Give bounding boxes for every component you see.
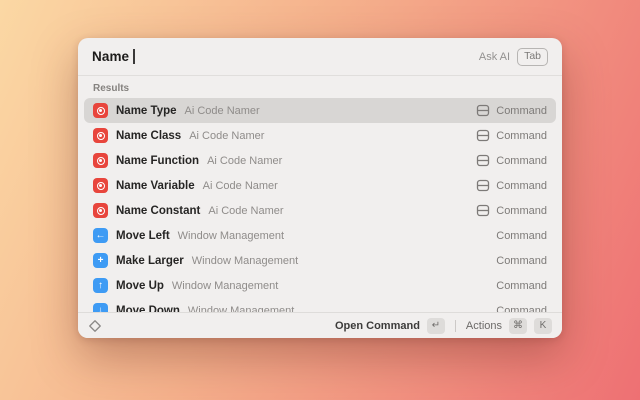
item-type-label: Command xyxy=(496,154,547,167)
item-subtitle: Window Management xyxy=(177,229,285,242)
command-window-icon xyxy=(476,179,490,192)
item-type-label: Command xyxy=(496,104,547,117)
results-header: Results xyxy=(93,83,130,94)
item-title: Move Left xyxy=(116,229,170,242)
results-list: Name Type Ai Code Namer Command Name Class A… xyxy=(78,98,562,312)
footer: Open Command ↵ Actions ⌘ K xyxy=(78,312,562,338)
item-subtitle: Window Management xyxy=(191,254,299,267)
item-type-label: Command xyxy=(496,129,547,142)
item-title: Make Larger xyxy=(116,254,184,267)
open-command-button[interactable]: Open Command xyxy=(335,320,420,332)
move-left-icon: ← xyxy=(93,228,108,243)
k-key-badge[interactable]: K xyxy=(534,317,552,334)
list-item[interactable]: ↑ Move Up Window Management Command xyxy=(84,273,556,298)
item-subtitle: Window Management xyxy=(171,279,279,292)
text-caret xyxy=(133,49,135,64)
item-type-label: Command xyxy=(496,179,547,192)
item-subtitle: Ai Code Namer xyxy=(207,154,283,167)
item-subtitle: Ai Code Namer xyxy=(208,204,284,217)
item-type-label: Command xyxy=(496,204,547,217)
search-input[interactable]: Name xyxy=(92,49,129,64)
command-window-icon xyxy=(476,154,490,167)
list-item[interactable]: Name Class Ai Code Namer Command xyxy=(84,123,556,148)
list-item[interactable]: ↓ Move Down Window Management Command xyxy=(84,298,556,312)
list-item[interactable]: Name Function Ai Code Namer Command xyxy=(84,148,556,173)
item-subtitle: Window Management xyxy=(187,304,295,313)
item-title: Move Down xyxy=(116,304,180,313)
item-title: Name Class xyxy=(116,129,182,142)
item-type-label: Command xyxy=(496,304,547,313)
item-type-label: Command xyxy=(496,279,547,292)
item-title: Name Variable xyxy=(116,179,195,192)
move-down-icon: ↓ xyxy=(93,303,108,312)
enter-key-badge[interactable]: ↵ xyxy=(426,317,445,334)
list-item[interactable]: ← Move Left Window Management Command xyxy=(84,223,556,248)
make-larger-icon: + xyxy=(93,253,108,268)
list-item[interactable]: Name Constant Ai Code Namer Command xyxy=(84,198,556,223)
command-window-icon xyxy=(476,204,490,217)
ai-code-namer-icon xyxy=(93,128,108,143)
command-window-icon xyxy=(476,129,490,142)
item-type-label: Command xyxy=(496,254,547,267)
item-type-label: Command xyxy=(496,229,547,242)
item-title: Name Constant xyxy=(116,204,201,217)
ask-ai-label: Ask AI xyxy=(478,50,511,63)
list-item[interactable]: Name Variable Ai Code Namer Command xyxy=(84,173,556,198)
list-item[interactable]: Name Type Ai Code Namer Command xyxy=(84,98,556,123)
item-subtitle: Ai Code Namer xyxy=(189,129,265,142)
launcher-window: Name Ask AI Tab Results Name Type Ai Code… xyxy=(78,38,562,338)
move-up-icon: ↑ xyxy=(93,278,108,293)
item-subtitle: Ai Code Namer xyxy=(184,104,260,117)
actions-button[interactable]: Actions xyxy=(466,320,502,332)
raycast-logo-icon xyxy=(88,319,102,333)
command-window-icon xyxy=(476,104,490,117)
ai-code-namer-icon xyxy=(93,178,108,193)
ai-code-namer-icon xyxy=(93,153,108,168)
cmd-key-badge[interactable]: ⌘ xyxy=(509,317,527,334)
desktop-background: { "window": { "search": { "value": "Name… xyxy=(0,0,640,400)
footer-divider xyxy=(454,319,456,332)
item-title: Name Type xyxy=(116,104,177,117)
list-item[interactable]: + Make Larger Window Management Command xyxy=(84,248,556,273)
item-subtitle: Ai Code Namer xyxy=(202,179,278,192)
ai-code-namer-icon xyxy=(93,103,108,118)
tab-key-badge: Tab xyxy=(517,47,548,66)
ai-code-namer-icon xyxy=(93,203,108,218)
item-title: Name Function xyxy=(116,154,200,167)
search-bar[interactable]: Name Ask AI Tab xyxy=(78,38,562,76)
item-title: Move Up xyxy=(116,279,164,292)
